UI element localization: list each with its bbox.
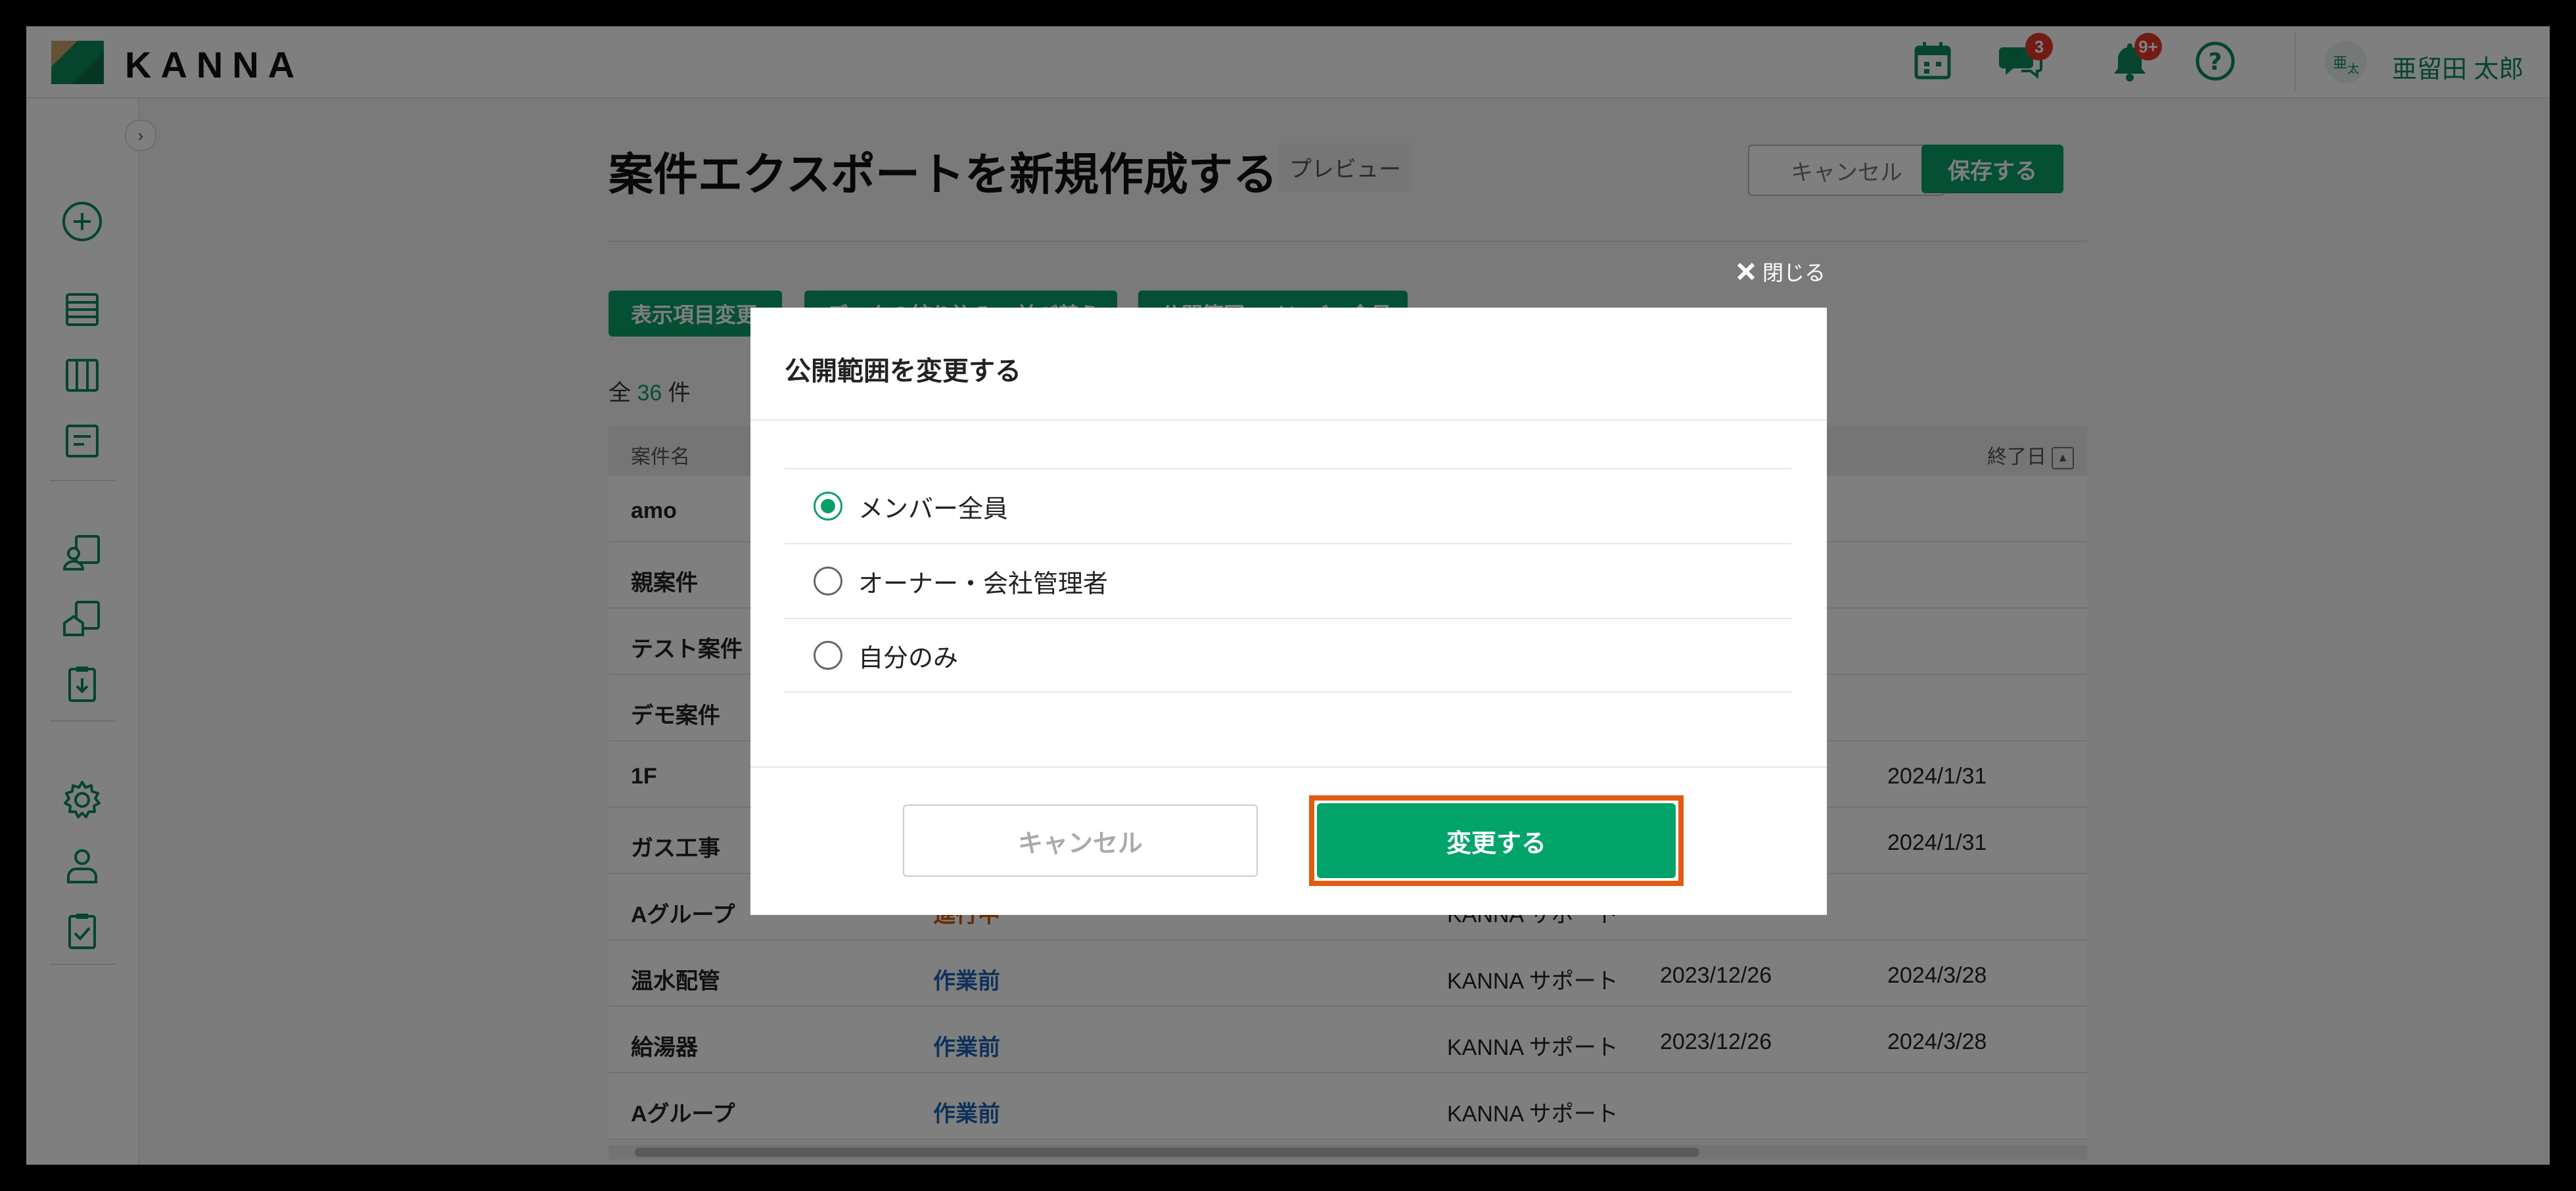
modal-divider: [750, 766, 1827, 768]
option-owner-admin[interactable]: オーナー・会社管理者: [785, 543, 1791, 618]
highlight-frame: 変更する: [1309, 795, 1684, 886]
option-label: 自分のみ: [858, 644, 959, 672]
close-icon: [1737, 262, 1755, 281]
change-button[interactable]: 変更する: [1317, 803, 1676, 878]
radio-button[interactable]: [814, 641, 842, 670]
radio-button[interactable]: [814, 492, 842, 521]
option-label: メンバー全員: [858, 495, 1009, 523]
option-all-members[interactable]: メンバー全員: [785, 468, 1791, 543]
visibility-modal: 公開範囲を変更する メンバー全員 オーナー・会社管理者 自分のみ キャンセル 変…: [750, 308, 1827, 915]
close-modal-button[interactable]: 閉じる: [1736, 256, 1826, 287]
modal-cancel-button[interactable]: キャンセル: [903, 805, 1258, 877]
app-window: KANNA 3 9+ ? 亜太 亜留田 太郎 ›: [26, 26, 2550, 1165]
modal-divider: [750, 419, 1827, 421]
option-self-only[interactable]: 自分のみ: [785, 618, 1791, 693]
modal-title: 公開範囲を変更する: [785, 357, 1021, 386]
radio-button[interactable]: [814, 567, 842, 596]
option-label: オーナー・会社管理者: [858, 570, 1109, 598]
